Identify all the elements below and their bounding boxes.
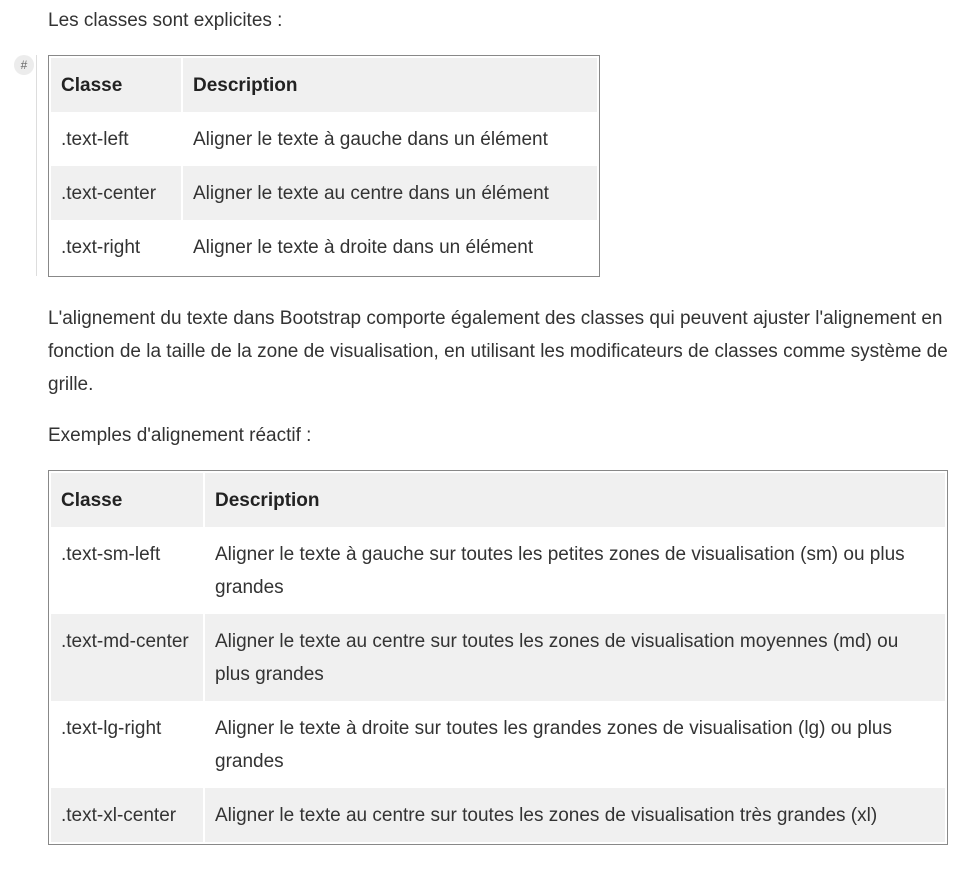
description-cell: Aligner le texte à gauche sur toutes les… xyxy=(203,527,945,614)
table-row: .text-sm-left Aligner le texte à gauche … xyxy=(51,527,945,614)
body-paragraph: L'alignement du texte dans Bootstrap com… xyxy=(48,308,948,395)
class-cell: .text-left xyxy=(61,129,129,150)
header-description: Description xyxy=(181,58,597,112)
table-row: .text-lg-right Aligner le texte à droite… xyxy=(51,701,945,788)
class-cell: .text-right xyxy=(61,237,141,258)
description-cell: Aligner le texte au centre dans un éléme… xyxy=(181,166,597,220)
classes-table: Classe Description .text-left Aligner le… xyxy=(48,55,600,277)
table-header-row: Classe Description xyxy=(51,58,597,112)
anchor-link-icon[interactable]: # xyxy=(14,55,34,75)
class-cell: .text-sm-left xyxy=(61,544,161,565)
header-classe: Classe xyxy=(51,473,203,527)
header-description: Description xyxy=(203,473,945,527)
description-cell: Aligner le texte à droite sur toutes les… xyxy=(203,701,945,788)
class-cell: .text-lg-right xyxy=(61,718,162,739)
description-cell: Aligner le texte au centre sur toutes le… xyxy=(203,788,945,842)
intro-paragraph: Les classes sont explicites : xyxy=(48,10,283,31)
table-row: .text-left Aligner le texte à gauche dan… xyxy=(51,112,597,166)
class-cell: .text-xl-center xyxy=(51,788,203,842)
anchor-divider xyxy=(36,55,37,276)
table-row: .text-xl-center Aligner le texte au cent… xyxy=(51,788,945,842)
description-cell: Aligner le texte à gauche dans un élémen… xyxy=(181,112,597,166)
table-row: .text-right Aligner le texte à droite da… xyxy=(51,220,597,274)
table-row: .text-md-center Aligner le texte au cent… xyxy=(51,614,945,701)
class-cell: .text-center xyxy=(51,166,181,220)
responsive-classes-table: Classe Description .text-sm-left Aligner… xyxy=(48,470,948,845)
class-cell: .text-md-center xyxy=(51,614,203,701)
examples-paragraph: Exemples d'alignement réactif : xyxy=(48,425,312,446)
header-classe: Classe xyxy=(51,58,181,112)
table-row: .text-center Aligner le texte au centre … xyxy=(51,166,597,220)
description-cell: Aligner le texte à droite dans un élémen… xyxy=(181,220,597,274)
table-header-row: Classe Description xyxy=(51,473,945,527)
description-cell: Aligner le texte au centre sur toutes le… xyxy=(203,614,945,701)
